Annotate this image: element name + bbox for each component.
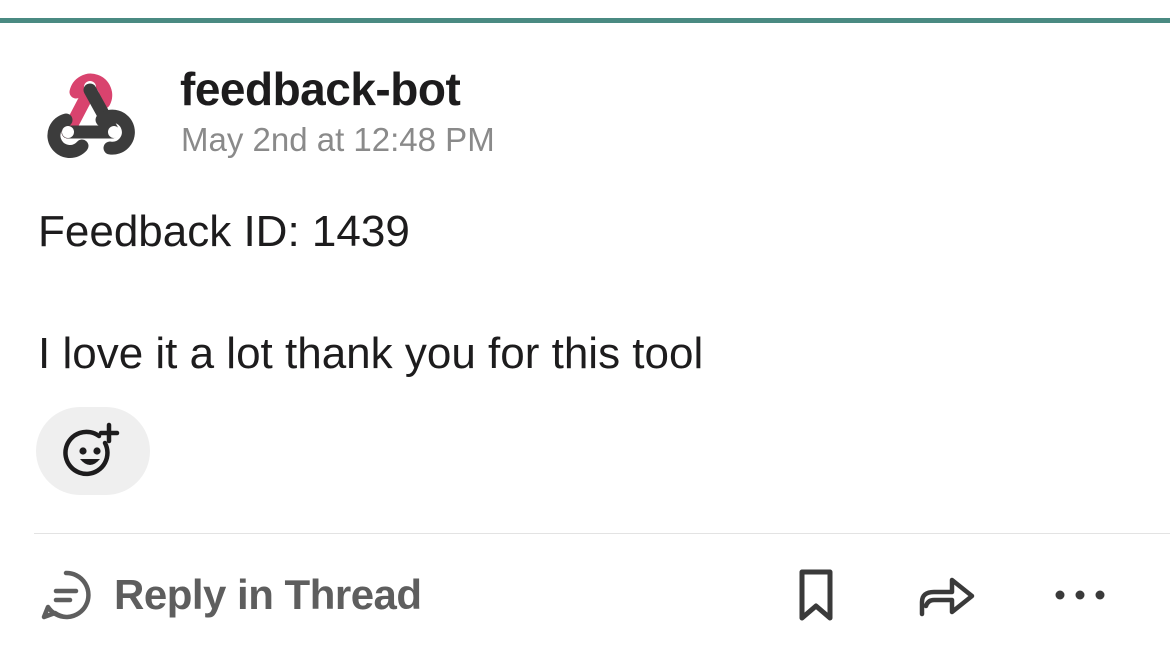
reply-in-thread-label: Reply in Thread — [114, 571, 422, 618]
share-arrow-icon[interactable] — [916, 572, 978, 618]
message-line-feedback-id: Feedback ID: 1439 — [38, 207, 410, 256]
bookmark-icon[interactable] — [796, 568, 836, 622]
message-line-body: I love it a lot thank you for this tool — [38, 329, 704, 378]
reply-in-thread-button[interactable]: Reply in Thread — [38, 566, 422, 624]
author-name[interactable]: feedback-bot — [180, 62, 461, 116]
message-timestamp[interactable]: May 2nd at 12:48 PM — [181, 120, 495, 160]
more-icon[interactable] — [1052, 580, 1108, 610]
add-reaction-button[interactable] — [36, 407, 150, 495]
channel-accent-bar — [0, 18, 1170, 23]
footer-divider — [34, 533, 1170, 534]
avatar[interactable] — [38, 60, 142, 160]
add-reaction-icon — [63, 422, 120, 477]
webhook-icon — [47, 73, 135, 158]
comment-icon — [41, 570, 91, 620]
